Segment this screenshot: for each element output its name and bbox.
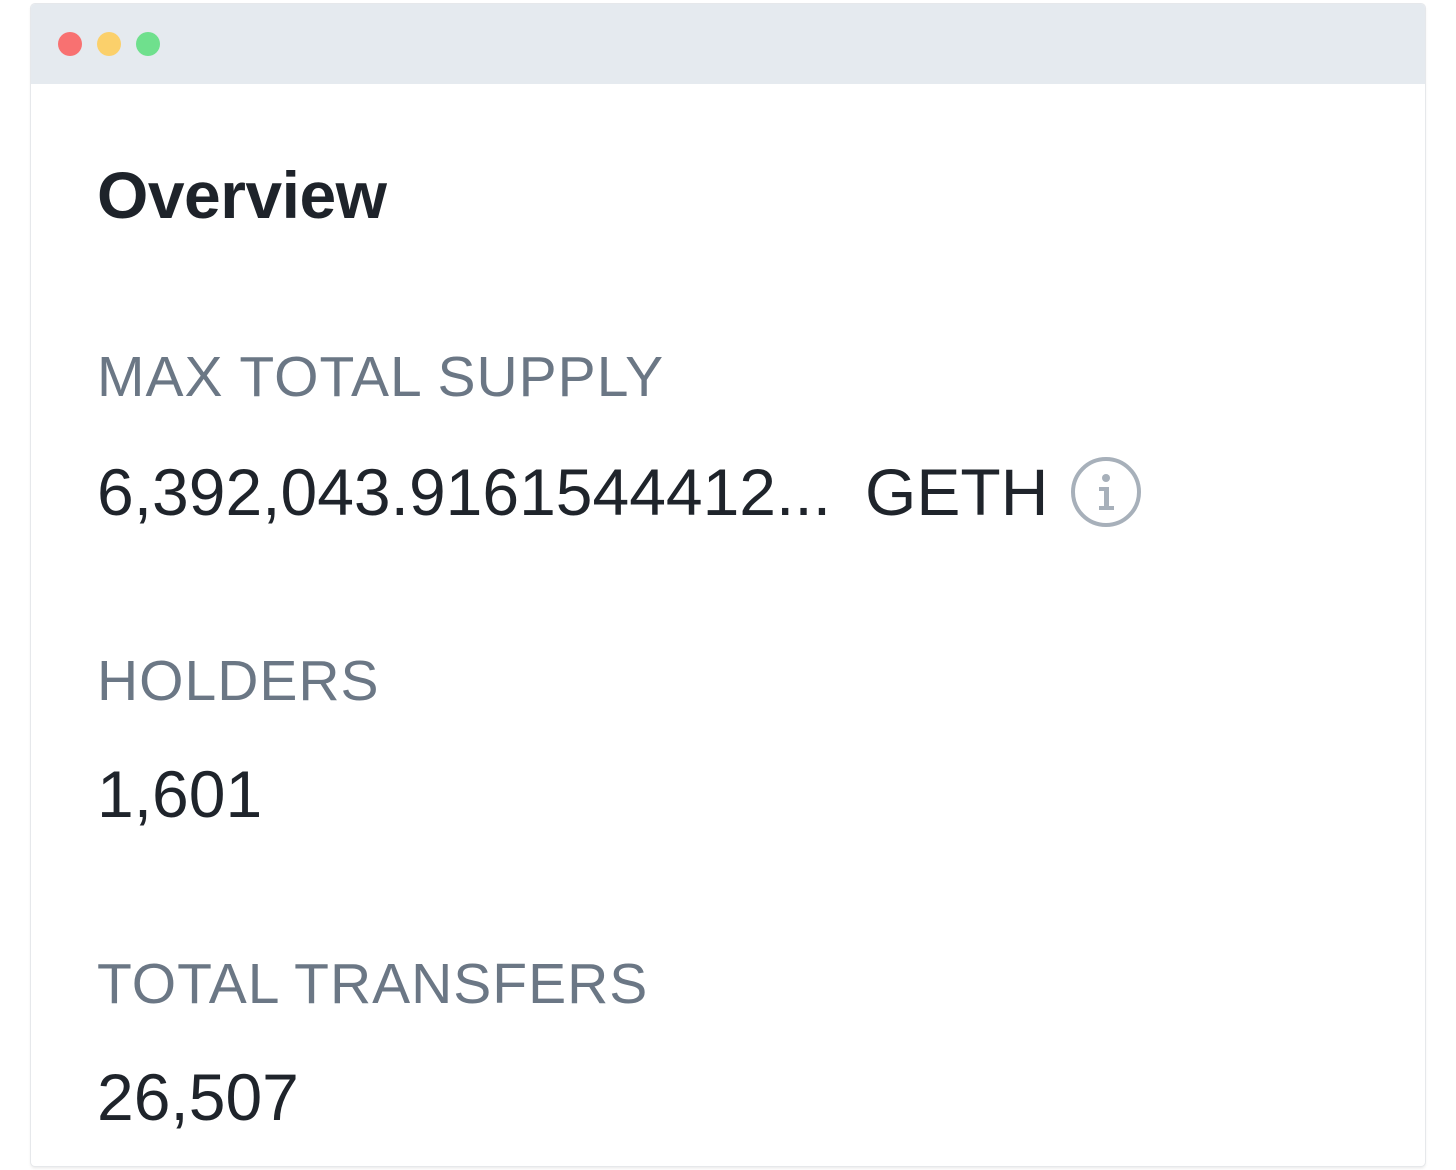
minimize-window-button[interactable]: [97, 32, 121, 56]
holders-label: HOLDERS: [97, 649, 380, 713]
window-titlebar: [31, 4, 1425, 84]
max-total-supply-label: MAX TOTAL SUPPLY: [97, 345, 665, 409]
max-total-supply-value-row: 6,392,043.9161544412... GETH: [97, 456, 1142, 528]
overview-panel: Overview MAX TOTAL SUPPLY 6,392,043.9161…: [97, 84, 1425, 1166]
token-unit: GETH: [865, 455, 1049, 529]
maximize-window-button[interactable]: [136, 32, 160, 56]
info-icon[interactable]: [1070, 456, 1142, 528]
total-transfers-value: 26,507: [97, 1060, 299, 1134]
total-transfers-label: TOTAL TRANSFERS: [97, 952, 649, 1016]
panel-title: Overview: [97, 158, 387, 232]
close-window-button[interactable]: [58, 32, 82, 56]
max-total-supply-value: 6,392,043.9161544412...: [97, 455, 832, 529]
app-window: Overview MAX TOTAL SUPPLY 6,392,043.9161…: [31, 4, 1425, 1166]
holders-value: 1,601: [97, 757, 263, 831]
